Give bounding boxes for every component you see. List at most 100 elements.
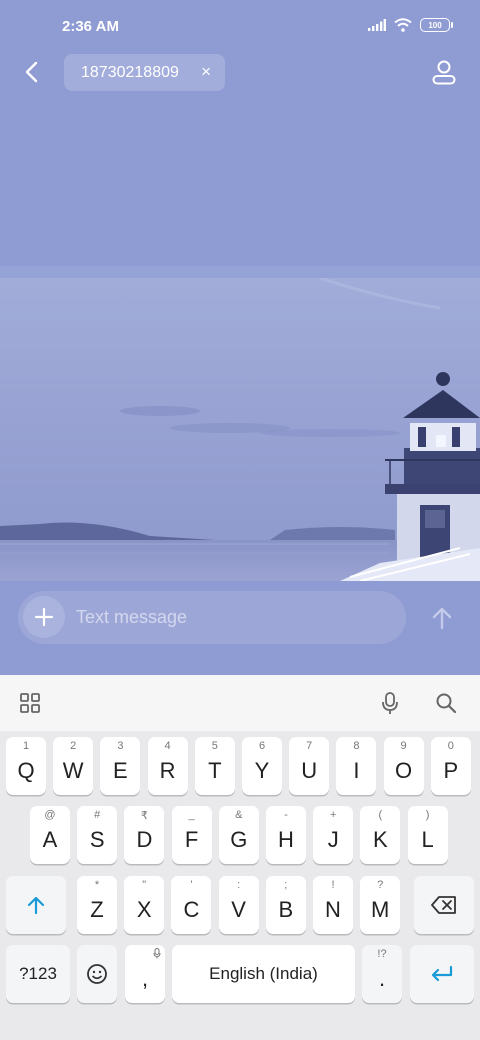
key-hint: 7: [306, 740, 313, 752]
key-hint: 9: [400, 740, 407, 752]
key-label: M: [371, 897, 390, 922]
key-s[interactable]: # S: [77, 806, 118, 864]
key-label: U: [301, 758, 318, 783]
key-d[interactable]: ₹ D: [124, 806, 165, 864]
key-label: R: [159, 758, 176, 783]
wallpaper-band: [0, 266, 480, 278]
key-hint: -: [284, 809, 288, 821]
contact-button[interactable]: [428, 56, 460, 88]
shift-key[interactable]: [6, 876, 66, 934]
symbols-key[interactable]: ?123: [6, 945, 70, 1003]
key-b[interactable]: ; B: [265, 876, 306, 934]
key-label: Q: [17, 758, 35, 783]
key-hint: 1: [22, 740, 30, 752]
key-label: K: [373, 827, 388, 852]
key-e[interactable]: 3E: [100, 737, 141, 795]
key-f[interactable]: _ F: [171, 806, 212, 864]
contact-person-icon: [432, 60, 456, 85]
key-label: F: [184, 827, 199, 852]
message-composer: [18, 591, 406, 644]
key-a[interactable]: @ A: [30, 806, 70, 864]
key-hint: #: [94, 809, 101, 821]
key-hint: :: [237, 879, 241, 891]
plus-icon: [34, 607, 54, 627]
key-z[interactable]: * Z: [77, 876, 117, 934]
comma-key[interactable]: ,: [125, 945, 165, 1003]
key-i[interactable]: 8I: [336, 737, 377, 795]
key-k[interactable]: (K: [360, 806, 401, 864]
key-j[interactable]: + J: [313, 806, 354, 864]
key-m[interactable]: ? M: [360, 876, 401, 934]
key-r[interactable]: 4R: [147, 737, 188, 795]
key-label: H: [278, 827, 294, 852]
key-label: P: [443, 758, 459, 783]
keyboard-apps-button[interactable]: [14, 687, 46, 719]
period-key[interactable]: !? .: [362, 945, 402, 1003]
add-attachment-button[interactable]: [23, 596, 65, 638]
key-label: X: [136, 897, 152, 922]
key-h[interactable]: -H: [266, 806, 306, 864]
key-v[interactable]: :V: [218, 876, 259, 934]
key-w[interactable]: 2W: [53, 737, 94, 795]
key-label: E: [113, 758, 128, 783]
remove-recipient-icon[interactable]: ×: [201, 62, 211, 82]
soft-keyboard: 1 Q 2 W 3 E 4 R 5 T 6 Y 7 U 8 I 9 O 0 P @ A # S ₹ D _ F & G - H + J(K) L * Z…: [0, 675, 480, 1040]
search-icon: [436, 693, 457, 714]
key-label: L: [421, 827, 434, 852]
keyboard-toolbar: [0, 675, 480, 731]
key-y[interactable]: 6Y: [242, 737, 282, 795]
key-o[interactable]: 9O: [383, 737, 424, 795]
voice-input-button[interactable]: [374, 687, 406, 719]
key-label: G: [230, 827, 248, 852]
keyboard-search-button[interactable]: [430, 687, 462, 719]
space-key[interactable]: English (India): [172, 945, 355, 1003]
key-l[interactable]: ) L: [407, 806, 448, 864]
recipient-chip[interactable]: 18730218809 ×: [64, 54, 225, 91]
key-label: I: [353, 758, 360, 783]
back-button[interactable]: [16, 56, 48, 88]
backspace-icon: [431, 896, 456, 914]
period-key-label: .: [378, 966, 386, 991]
key-n[interactable]: ! N: [313, 876, 353, 934]
key-hint: ?: [377, 879, 384, 891]
wallpaper-image: [0, 278, 480, 581]
key-label: W: [62, 758, 84, 783]
key-x[interactable]: " X: [124, 876, 165, 934]
signal-icon: [368, 19, 386, 31]
key-q[interactable]: 1Q: [6, 737, 46, 795]
key-hint: 3: [117, 740, 124, 752]
key-label: Y: [254, 758, 270, 783]
key-hint: ': [190, 879, 193, 891]
message-input[interactable]: [76, 591, 396, 644]
conversation-header: 18730218809 ×: [0, 52, 480, 92]
key-hint: ₹: [140, 810, 148, 822]
key-hint: *: [94, 879, 100, 891]
key-p[interactable]: 0P: [430, 737, 471, 795]
key-t[interactable]: 5T: [194, 737, 235, 795]
emoji-smiley-icon: [87, 964, 107, 984]
messaging-screen: 2:36 AM 100 18730218809 × Text message: [0, 0, 480, 675]
key-label: V: [231, 897, 246, 922]
key-hint: &: [235, 809, 243, 821]
period-key-hint: !?: [377, 948, 387, 960]
key-u[interactable]: 7U: [289, 737, 330, 795]
key-hint: _: [188, 809, 195, 821]
key-g[interactable]: & G: [218, 806, 259, 864]
key-hint: 8: [353, 740, 360, 752]
microphone-icon: [382, 692, 398, 714]
key-hint: (: [378, 809, 383, 821]
key-hint: +: [329, 809, 337, 821]
key-c[interactable]: ' C: [171, 876, 212, 934]
status-icons: 100: [368, 18, 453, 32]
send-button[interactable]: [424, 598, 460, 638]
key-label: J: [327, 827, 339, 852]
emoji-key[interactable]: [77, 945, 117, 1003]
comma-key-label: ,: [141, 966, 149, 991]
enter-return-icon: [431, 965, 453, 982]
key-hint: 4: [164, 740, 171, 752]
key-hint: 5: [211, 740, 218, 752]
key-hint: ;: [284, 879, 288, 891]
enter-key[interactable]: [410, 945, 474, 1003]
key-label: O: [395, 758, 413, 783]
backspace-key[interactable]: [414, 876, 474, 934]
